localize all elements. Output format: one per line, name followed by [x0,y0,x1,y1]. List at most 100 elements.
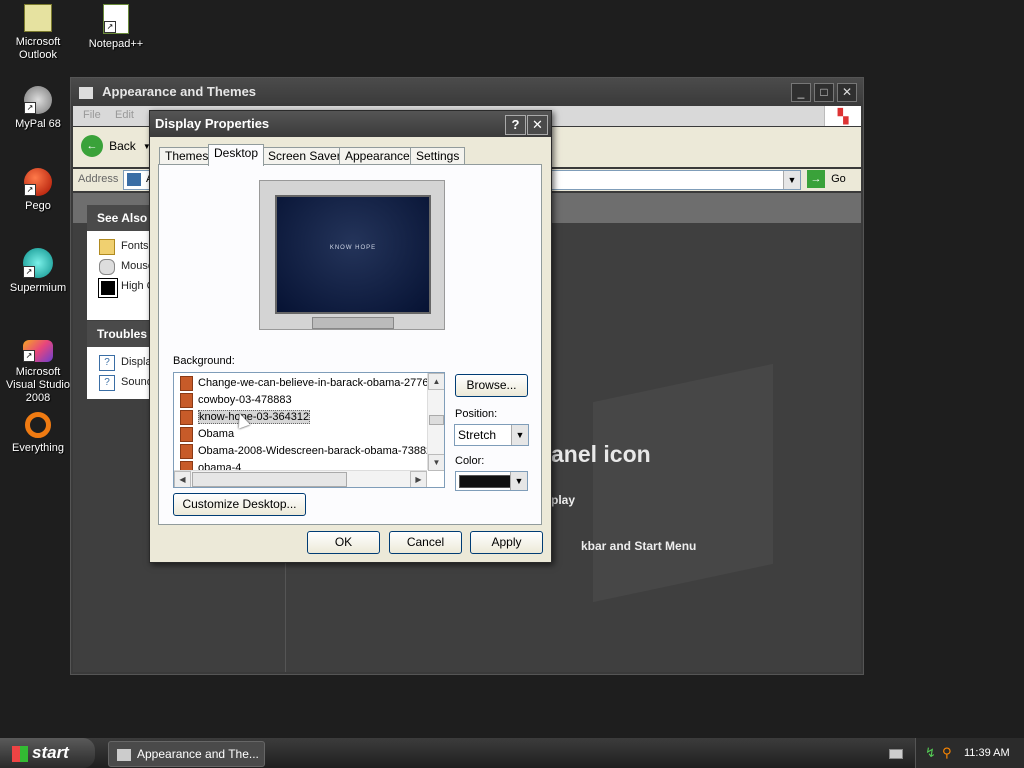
scroll-right-icon[interactable]: ▶ [410,471,427,487]
shortcut-arrow-icon: ↗ [104,21,116,33]
menu-file[interactable]: File [83,109,101,121]
desktop-icon-label: Everything [12,442,64,454]
horizontal-scrollbar[interactable]: ◀ ▶ [174,470,427,487]
outlook-icon [24,4,52,32]
chevron-down-icon[interactable]: ▼ [783,171,800,189]
position-select[interactable]: Stretch ▼ [454,424,529,446]
scroll-down-icon[interactable]: ▼ [428,454,444,471]
mypal-icon: ↗ [24,86,52,114]
explorer-title: Appearance and Themes [102,84,257,99]
scroll-thumb[interactable] [429,415,444,425]
dialog-titlebar[interactable]: Display Properties [150,111,551,137]
go-arrow-icon: → [807,170,825,188]
minimize-button[interactable]: _ [791,83,811,102]
background-list[interactable]: Change-we-can-believe-in-barack-obama-27… [173,372,445,488]
visual-studio-icon: ↗ [23,340,53,362]
desktop-icon-everything[interactable]: Everything [0,412,76,455]
go-label: Go [831,173,846,185]
shortcut-arrow-icon: ↗ [24,102,36,114]
mouse-icon [99,259,115,275]
link-label: Displa [121,356,152,368]
desktop-icon-outlook[interactable]: Microsoft Outlook [0,4,76,62]
desktop-icon-label: Supermium [9,282,67,294]
link-label: Fonts [121,240,149,252]
tab-settings[interactable]: Settings [410,147,466,165]
search-icon[interactable]: ⚲ [942,738,952,768]
scroll-left-icon[interactable]: ◀ [174,471,191,487]
customize-desktop-button[interactable]: Customize Desktop... [173,493,306,516]
high-contrast-icon [98,278,118,298]
browse-button[interactable]: Browse... [455,374,528,397]
start-button[interactable]: start [0,738,95,768]
position-label: Position: [455,408,498,420]
back-button[interactable]: ← Back ▼ [81,135,151,159]
windows-logo-icon: ▚ [824,106,861,126]
task-link-taskbar[interactable]: kbar and Start Menu [581,539,696,553]
dialog-close-button[interactable]: ✕ [527,115,548,135]
monitor-preview: know hope [259,180,445,330]
folder-icon [117,748,131,761]
pego-icon: ↗ [24,168,52,196]
network-icon[interactable]: ↯ [925,738,936,768]
start-label: start [32,743,69,762]
keyboard-icon[interactable] [889,749,903,759]
desktop-icon-label: MyPal 68 [15,118,61,130]
ok-button[interactable]: OK [307,531,380,554]
address-label: Address [78,173,119,185]
desktop-icon-notepadpp[interactable]: ↗ Notepad++ [78,4,154,51]
taskbar-item-appearance[interactable]: Appearance and The... [108,741,265,767]
help-icon: ? [99,355,115,371]
help-button[interactable]: ? [505,115,526,135]
cancel-button[interactable]: Cancel [389,531,462,554]
everything-icon [25,412,51,438]
desktop-icon-mypal[interactable]: ↗ MyPal 68 [0,86,76,131]
chevron-down-icon[interactable]: ▼ [511,425,528,445]
list-item[interactable]: Obama [180,426,234,442]
color-swatch [459,475,511,488]
task-link-display[interactable]: play [551,493,575,507]
image-file-icon [180,392,193,408]
desktop-icon-visual-studio[interactable]: ↗ Microsoft Visual Studio 2008 [0,334,76,405]
shortcut-arrow-icon: ↗ [23,266,35,278]
go-button[interactable]: → Go [807,170,846,188]
help-icon: ? [99,375,115,391]
list-item[interactable]: Obama-2008-Widescreen-barack-obama-73882… [180,443,438,459]
desktop-icon-label: Notepad++ [88,38,144,50]
windows-logo-icon [12,745,28,762]
folder-icon [127,173,141,186]
scroll-up-icon[interactable]: ▲ [428,373,444,390]
watermark-graphic [593,363,773,603]
folder-icon [79,86,93,99]
wallpaper-text: know hope [329,245,377,251]
desktop-icon-label: Microsoft Visual Studio 2008 [5,366,70,404]
apply-button[interactable]: Apply [470,531,543,554]
tab-appearance[interactable]: Appearance [339,147,416,165]
close-button[interactable]: ✕ [837,83,857,102]
desktop-icon-supermium[interactable]: ↗ Supermium [0,248,76,295]
clock[interactable]: 11:39 AM [964,738,1010,768]
folder-icon [99,239,115,255]
vertical-scrollbar[interactable]: ▲ ▼ [427,373,444,471]
color-label: Color: [455,455,485,467]
chevron-down-icon[interactable]: ▼ [510,472,527,490]
tab-desktop[interactable]: Desktop [208,144,265,166]
list-item[interactable]: cowboy-03-478883 [180,392,292,408]
tab-screen-saver[interactable]: Screen Saver [262,147,347,165]
menu-edit[interactable]: Edit [115,109,134,121]
position-value: Stretch [458,428,497,442]
background-label: Background: [173,355,235,367]
maximize-button[interactable]: □ [814,83,834,102]
explorer-titlebar[interactable]: Appearance and Themes [71,78,863,106]
shortcut-arrow-icon: ↗ [24,184,36,196]
desktop-icon-pego[interactable]: ↗ Pego [0,168,76,213]
list-item[interactable]: Change-we-can-believe-in-barack-obama-27… [180,375,441,391]
image-file-icon [180,443,193,459]
wallpaper-preview: know hope [275,195,431,314]
supermium-icon: ↗ [23,248,53,278]
shortcut-arrow-icon: ↗ [23,350,35,362]
dialog-title: Display Properties [155,116,270,131]
scroll-thumb[interactable] [192,472,347,487]
back-label: Back [109,139,136,153]
color-picker[interactable]: #000000 ▼ [455,471,528,491]
tab-themes[interactable]: Themes [159,147,215,165]
